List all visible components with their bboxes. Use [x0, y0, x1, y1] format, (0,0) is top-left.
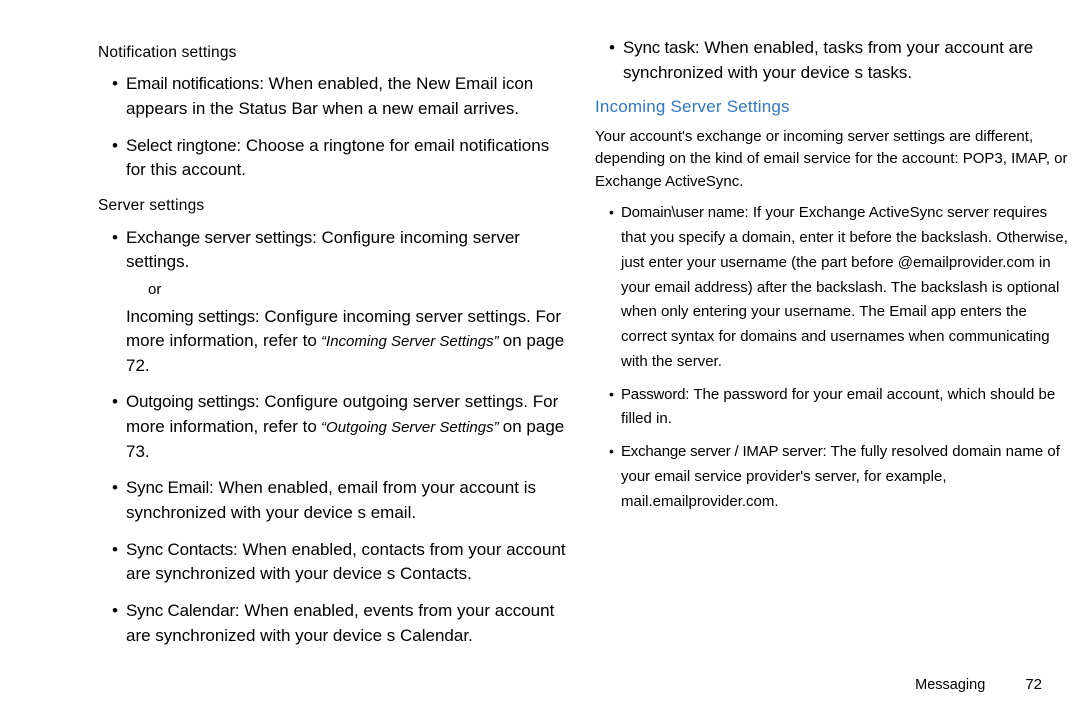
server-settings-heading: Server settings — [98, 195, 573, 217]
password-desc: : The password for your email account, w… — [621, 386, 1055, 428]
incoming-settings-term: Incoming settings — [126, 307, 255, 326]
list-item: Email notifications: When enabled, the N… — [112, 72, 573, 121]
list-item: Outgoing settings: Configure outgoing se… — [112, 390, 573, 464]
sync-calendar-term: Sync Calendar — [126, 601, 235, 620]
email-notifications-term: Email notifications — [126, 74, 259, 93]
list-item: Sync Contacts: When enabled, contacts fr… — [112, 538, 573, 587]
list-item: Exchange server settings: Configure inco… — [112, 226, 573, 379]
incoming-server-list: Domain\user name: If your Exchange Activ… — [595, 201, 1070, 514]
incoming-server-settings-heading: Incoming Server Settings — [595, 95, 1070, 120]
list-item: Password: The password for your email ac… — [609, 383, 1070, 433]
incoming-settings-xref: “Incoming Server Settings” — [317, 333, 503, 350]
sync-task-term: Sync task — [623, 38, 695, 57]
password-term: Password — [621, 386, 685, 403]
sync-contacts-term: Sync Contacts — [126, 540, 233, 559]
exchange-server-settings-term: Exchange server settings — [126, 228, 312, 247]
list-item: Sync Calendar: When enabled, events from… — [112, 599, 573, 648]
list-item: Exchange server / IMAP server: The fully… — [609, 440, 1070, 514]
list-item: Select ringtone: Choose a ringtone for e… — [112, 134, 573, 183]
domain-username-term: Domain\user name — [621, 204, 745, 221]
list-item: Sync Email: When enabled, email from you… — [112, 476, 573, 525]
outgoing-settings-xref: “Outgoing Server Settings” — [317, 419, 503, 436]
exchange-imap-server-term: Exchange server / IMAP server — [621, 443, 823, 460]
page-footer: Messaging 72 — [915, 674, 1042, 696]
or-label: or — [148, 279, 573, 301]
incoming-settings-row: Incoming settings: Configure incoming se… — [126, 305, 573, 379]
domain-username-desc: : If your Exchange ActiveSync server req… — [621, 204, 1068, 370]
incoming-server-intro: Your account's exchange or incoming serv… — [595, 126, 1070, 194]
page: Notification settings Email notification… — [0, 0, 1080, 720]
list-item: Domain\user name: If your Exchange Activ… — [609, 201, 1070, 374]
notification-settings-heading: Notification settings — [98, 42, 573, 64]
footer-page-number: 72 — [1025, 676, 1042, 693]
notification-settings-list: Email notifications: When enabled, the N… — [98, 72, 573, 183]
list-item: Sync task: When enabled, tasks from your… — [609, 36, 1070, 85]
sync-email-term: Sync Email — [126, 478, 209, 497]
footer-section: Messaging — [915, 677, 985, 693]
select-ringtone-term: Select ringtone — [126, 136, 236, 155]
outgoing-settings-term: Outgoing settings — [126, 392, 255, 411]
